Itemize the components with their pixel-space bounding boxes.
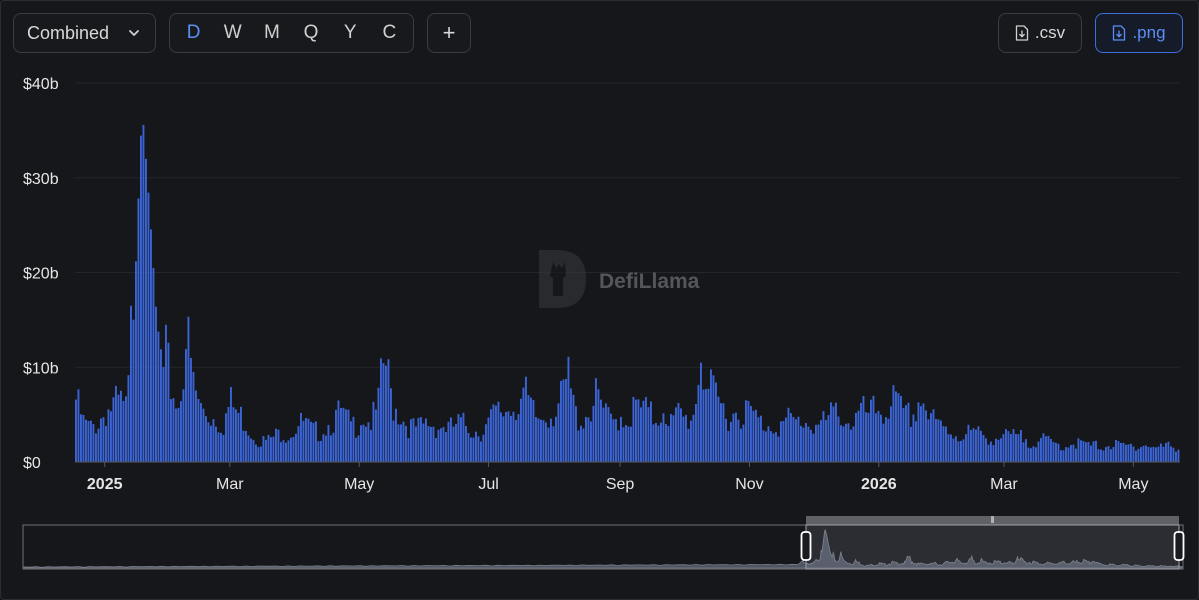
period-cumulative-button[interactable]: C: [373, 22, 405, 44]
period-selector: D W M Q Y C: [169, 13, 414, 53]
chart-panel: [0, 0, 1199, 600]
chevron-down-icon: [129, 30, 139, 36]
period-week-button[interactable]: W: [217, 22, 249, 44]
image-download-icon: [1113, 25, 1126, 41]
download-png-button[interactable]: .png: [1095, 13, 1183, 53]
file-download-icon: [1015, 25, 1029, 41]
period-month-button[interactable]: M: [256, 22, 288, 44]
period-day-button[interactable]: D: [178, 22, 210, 44]
period-year-button[interactable]: Y: [334, 22, 366, 44]
chart-mode-dropdown[interactable]: Combined: [13, 13, 156, 53]
period-quarter-button[interactable]: Q: [295, 22, 327, 44]
dropdown-label: Combined: [27, 22, 110, 43]
download-csv-button[interactable]: .csv: [998, 13, 1082, 53]
png-label: .png: [1132, 23, 1166, 42]
add-series-button[interactable]: +: [427, 13, 471, 53]
csv-label: .csv: [1034, 23, 1066, 42]
